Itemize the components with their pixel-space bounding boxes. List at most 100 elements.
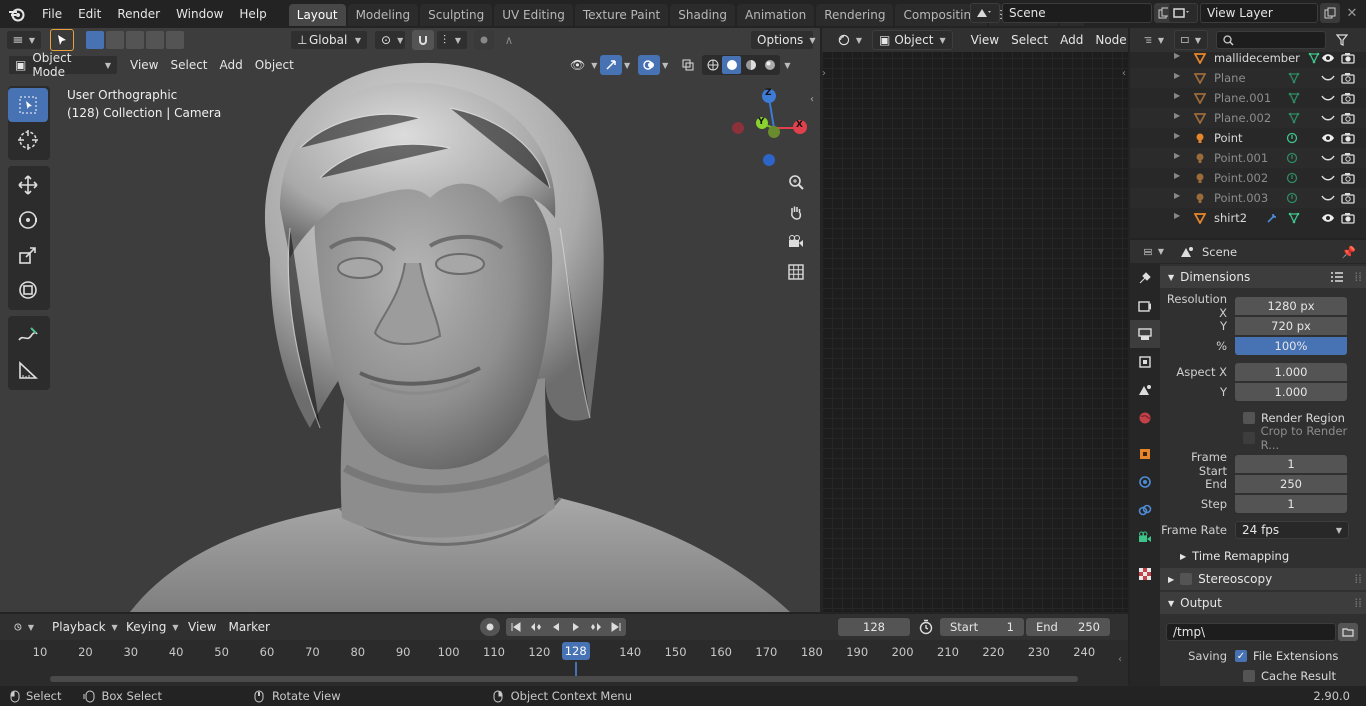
snap-target-dropdown[interactable]: ⫶ ▼	[436, 30, 468, 50]
mode-dropdown[interactable]: ▣ Object Mode ▼	[8, 51, 118, 79]
overlays-dropdown-icon[interactable]: ▼	[662, 61, 668, 70]
pin-icon[interactable]: 📌	[1342, 245, 1356, 259]
outliner-item[interactable]: ▶ Point	[1130, 128, 1366, 148]
eye-visible-icon[interactable]	[1321, 53, 1335, 63]
tab-uv-editing[interactable]: UV Editing	[494, 4, 573, 26]
falloff-icon[interactable]: ∧	[496, 30, 522, 50]
eye-visible-icon[interactable]	[1321, 213, 1335, 223]
expand-arrow-icon[interactable]: ▶	[1174, 51, 1180, 60]
select-box-tool-icon[interactable]	[8, 88, 48, 122]
tab-rendering[interactable]: Rendering	[816, 4, 894, 26]
pivot-point-dropdown[interactable]: ⊙ ▼	[374, 30, 406, 50]
render-camera-icon[interactable]	[1341, 172, 1355, 184]
node-menu-select[interactable]: Select	[1005, 30, 1054, 50]
active-tool-icon[interactable]	[50, 29, 74, 51]
outliner-item[interactable]: ▶ Plane.002	[1130, 108, 1366, 128]
xray-toggle-icon[interactable]	[678, 55, 698, 75]
texture-tab-icon[interactable]	[1130, 560, 1160, 588]
expand-arrow-icon[interactable]: ▶	[1174, 111, 1180, 120]
timeline-menu-marker[interactable]: Marker	[222, 617, 275, 637]
select-intersect-icon[interactable]	[166, 31, 184, 49]
render-camera-icon[interactable]	[1341, 212, 1355, 224]
pan-hand-icon[interactable]	[784, 200, 808, 224]
timeline-sidebar-toggle-icon[interactable]: ‹	[1118, 654, 1122, 665]
data-tab-icon[interactable]	[1130, 524, 1160, 552]
gizmo-dropdown-icon[interactable]: ▼	[624, 61, 630, 70]
resolution-percent-slider[interactable]: 100%	[1235, 337, 1347, 355]
output-path-input[interactable]: /tmp\	[1166, 623, 1336, 641]
navigation-gizmo[interactable]: Z X Y	[726, 86, 816, 176]
expand-arrow-icon[interactable]: ▶	[1174, 131, 1180, 140]
menu-file[interactable]: File	[34, 0, 70, 28]
render-tab-icon[interactable]	[1130, 292, 1160, 320]
node-menu-node[interactable]: Node	[1089, 30, 1132, 50]
file-extensions-checkbox[interactable]: ✓	[1235, 650, 1247, 662]
stereoscopy-panel-header[interactable]: ▶ Stereoscopy ⁞⁞	[1160, 568, 1366, 590]
node-toolbar-toggle-icon[interactable]: ›	[822, 68, 826, 79]
expand-arrow-icon[interactable]: ▶	[1174, 171, 1180, 180]
expand-arrow-icon[interactable]: ▶	[1174, 71, 1180, 80]
keying-menu[interactable]: Keying ▼	[120, 617, 182, 637]
expand-arrow-icon[interactable]: ▶	[1174, 191, 1180, 200]
crop-region-checkbox[interactable]: Crop to Render R...	[1160, 424, 1366, 452]
display-mode-dropdown[interactable]: ▼	[1174, 30, 1208, 50]
move-tool-icon[interactable]	[8, 168, 48, 202]
material-shading-icon[interactable]	[741, 56, 760, 74]
render-camera-icon[interactable]	[1341, 52, 1355, 64]
expand-arrow-icon[interactable]: ▶	[1174, 151, 1180, 160]
outliner-item[interactable]: ▶ mallidecember	[1130, 48, 1366, 68]
scene-tab-icon[interactable]	[1130, 376, 1160, 404]
physics-tab-icon[interactable]	[1130, 468, 1160, 496]
select-extend-icon[interactable]	[106, 31, 124, 49]
wireframe-shading-icon[interactable]	[703, 56, 722, 74]
prev-keyframe-icon[interactable]	[526, 618, 546, 636]
zoom-icon[interactable]	[784, 170, 808, 194]
mesh-data-icon[interactable]	[1288, 212, 1300, 224]
blender-logo-icon[interactable]	[0, 0, 34, 28]
next-keyframe-icon[interactable]	[586, 618, 606, 636]
delete-view-layer-icon[interactable]: ✕	[1342, 3, 1362, 23]
outliner-search-input[interactable]	[1216, 31, 1326, 49]
start-frame-field[interactable]: Start 1	[940, 618, 1024, 636]
select-invert-icon[interactable]	[146, 31, 164, 49]
visibility-icon[interactable]: 👁 ▼	[564, 55, 597, 75]
node-menu-view[interactable]: View	[965, 30, 1005, 50]
cursor-tool-icon[interactable]	[8, 123, 48, 157]
node-sidebar-toggle-icon[interactable]: ‹	[1122, 68, 1126, 79]
rotate-tool-icon[interactable]	[8, 203, 48, 237]
cache-result-checkbox[interactable]	[1243, 670, 1255, 682]
outliner-item[interactable]: ▶ Point.003	[1130, 188, 1366, 208]
camera-view-icon[interactable]	[784, 230, 808, 254]
eye-hidden-icon[interactable]	[1321, 113, 1335, 123]
mesh-data-icon[interactable]	[1308, 52, 1320, 64]
eye-hidden-icon[interactable]	[1321, 73, 1335, 83]
menu-help[interactable]: Help	[231, 0, 274, 28]
frame-rate-dropdown[interactable]: 24 fps ▼	[1235, 521, 1349, 539]
eye-visible-icon[interactable]	[1321, 133, 1335, 143]
transform-orientation-dropdown[interactable]: ⊥ Global ▼	[290, 30, 368, 50]
outliner-item[interactable]: ▶ Point.001	[1130, 148, 1366, 168]
viewport-menu-add[interactable]: Add	[214, 55, 249, 75]
select-subtract-icon[interactable]	[126, 31, 144, 49]
viewport-menu-select[interactable]: Select	[164, 55, 213, 75]
timeline-menu-view[interactable]: View	[182, 617, 222, 637]
tab-modeling[interactable]: Modeling	[347, 4, 419, 26]
tab-sculpting[interactable]: Sculpting	[420, 4, 493, 26]
panel-drag-icon[interactable]: ⁞⁞	[1354, 270, 1362, 284]
shader-editor[interactable]: ▼ ▣ Object ▼ View Select Add Node › ‹	[822, 28, 1128, 612]
properties-type-icon[interactable]: ▼	[1138, 242, 1170, 262]
browse-folder-icon[interactable]	[1338, 623, 1358, 641]
tab-texture-paint[interactable]: Texture Paint	[574, 4, 669, 26]
render-camera-icon[interactable]	[1341, 72, 1355, 84]
resolution-y-field[interactable]: 720 px	[1235, 317, 1347, 335]
mesh-data-icon[interactable]	[1288, 92, 1300, 104]
options-dropdown[interactable]: Options ▼	[750, 30, 815, 50]
render-region-box[interactable]	[1243, 412, 1255, 424]
render-camera-icon[interactable]	[1341, 112, 1355, 124]
presets-list-icon[interactable]	[1330, 271, 1344, 283]
perspective-grid-icon[interactable]	[784, 260, 808, 284]
object-tab-icon[interactable]	[1130, 440, 1160, 468]
light-data-icon[interactable]	[1286, 172, 1298, 184]
node-menu-add[interactable]: Add	[1054, 30, 1089, 50]
frame-step-field[interactable]: 1	[1235, 495, 1347, 513]
